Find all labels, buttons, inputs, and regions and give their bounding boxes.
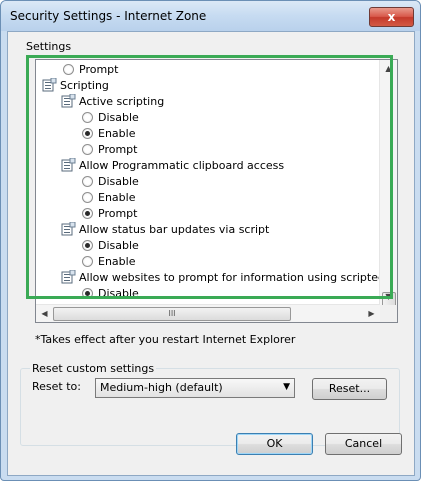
option-label: Prompt [98,207,138,220]
option-label: Active scripting [79,95,165,108]
radio-checked-icon[interactable] [82,240,93,251]
ok-button-label: OK [266,437,283,450]
cancel-button-label: Cancel [344,437,383,450]
reset-level-value: Medium-high (default) [100,381,223,394]
scroll-right-arrow-icon[interactable]: ▶ [363,305,380,322]
restart-note: *Takes effect after you restart Internet… [35,333,296,346]
option-label: Prompt [79,63,119,76]
ok-button[interactable]: OK [236,433,313,455]
option-label: Enable [98,255,136,268]
scroll-left-arrow-icon[interactable]: ◀ [36,305,53,322]
radio-unchecked-icon[interactable] [82,176,93,187]
option-label: Scripting [60,79,109,92]
option-label: Prompt [98,143,138,156]
radio-unchecked-icon[interactable] [82,112,93,123]
reset-level-select[interactable]: Medium-high (default) ▼ [95,378,295,398]
option-label: Allow Programmatic clipboard access [79,159,285,172]
settings-label: Settings [26,40,72,53]
option-label: Disable [98,239,139,252]
vertical-scrollbar[interactable]: ▲ ▼ [379,60,397,308]
title-bar[interactable]: Security Settings - Internet Zone x [1,1,420,31]
reset-button[interactable]: Reset... [312,378,387,400]
option-label: Disable [98,287,139,300]
close-button[interactable]: x [369,7,414,27]
horizontal-scroll-thumb[interactable]: III [53,307,291,321]
settings-group-icon [42,77,57,93]
settings-group-icon [61,269,76,285]
reset-button-label: Reset... [328,382,371,395]
option-label: Allow status bar updates via script [79,223,270,236]
settings-group-icon [61,93,76,109]
scrollbar-corner [380,305,397,322]
reset-group-title: Reset custom settings [30,362,157,375]
cancel-button[interactable]: Cancel [325,433,402,455]
settings-group-icon [61,157,76,173]
radio-unchecked-icon[interactable] [63,64,74,75]
option-label: Disable [98,111,139,124]
radio-unchecked-icon[interactable] [82,192,93,203]
radio-checked-icon[interactable] [82,288,93,299]
close-icon: x [387,10,396,24]
security-settings-dialog: Security Settings - Internet Zone x Sett… [0,0,421,481]
option-label: Enable [98,127,136,140]
scroll-up-arrow-icon[interactable]: ▲ [380,60,397,77]
dialog-client: Settings Prompt Scripting Active scripting… [7,31,415,476]
scroll-down-arrow-icon[interactable]: ▼ [380,288,397,305]
radio-checked-icon[interactable] [82,128,93,139]
chevron-down-icon: ▼ [283,382,290,392]
settings-tree-rows: Prompt Scripting Active scripting Disable En… [36,60,380,305]
radio-unchecked-icon[interactable] [82,144,93,155]
option-label: Allow websites to prompt for information… [79,271,380,284]
settings-tree[interactable]: Prompt Scripting Active scripting Disable En… [35,59,398,323]
window-title: Security Settings - Internet Zone [10,9,207,23]
reset-to-label: Reset to: [32,380,81,393]
settings-group-icon [61,221,76,237]
option-label: Disable [98,175,139,188]
option-label: Enable [98,191,136,204]
radio-unchecked-icon[interactable] [82,256,93,267]
horizontal-scrollbar[interactable]: ◀ III ▶ [36,304,380,322]
radio-checked-icon[interactable] [82,208,93,219]
